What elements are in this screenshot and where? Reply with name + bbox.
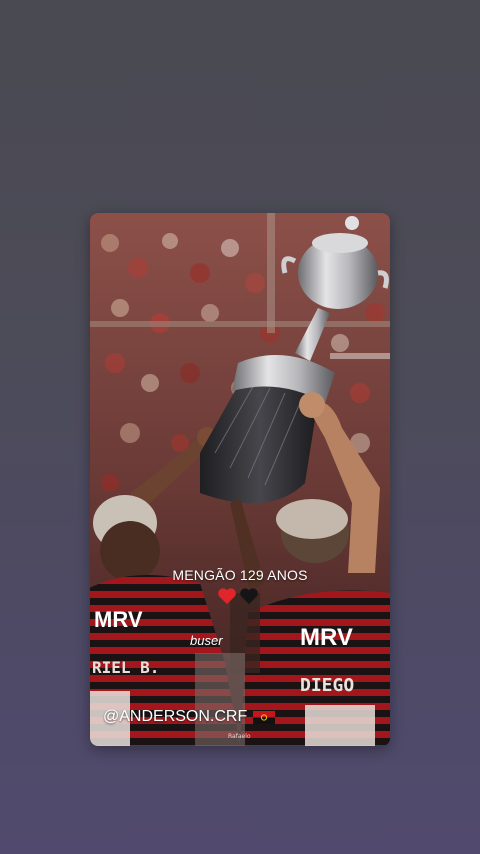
red-heart-icon — [218, 588, 236, 605]
story-caption: MENGÃO 129 ANOS — [172, 567, 308, 583]
flag-icon — [253, 710, 276, 724]
left-sponsor-text: MRV — [94, 607, 143, 632]
black-heart-icon — [240, 588, 258, 605]
story-card[interactable]: MRV buser RIEL B. MRV DIEGO MENGÃO 129 A… — [90, 213, 390, 746]
left-chest-text: buser — [190, 633, 223, 648]
right-sponsor-text: MRV — [300, 624, 353, 651]
mention-sticker[interactable]: @ANDERSON.CRF — [103, 708, 276, 726]
hearts-sticker — [217, 587, 259, 605]
photo-credit: Rafaelo — [228, 733, 251, 740]
left-name-text: RIEL B. — [92, 658, 159, 677]
mention-text: @ANDERSON.CRF — [103, 708, 248, 725]
trophy-celebration-photo: MRV buser RIEL B. MRV DIEGO — [90, 213, 390, 746]
right-name-text: DIEGO — [300, 675, 354, 696]
